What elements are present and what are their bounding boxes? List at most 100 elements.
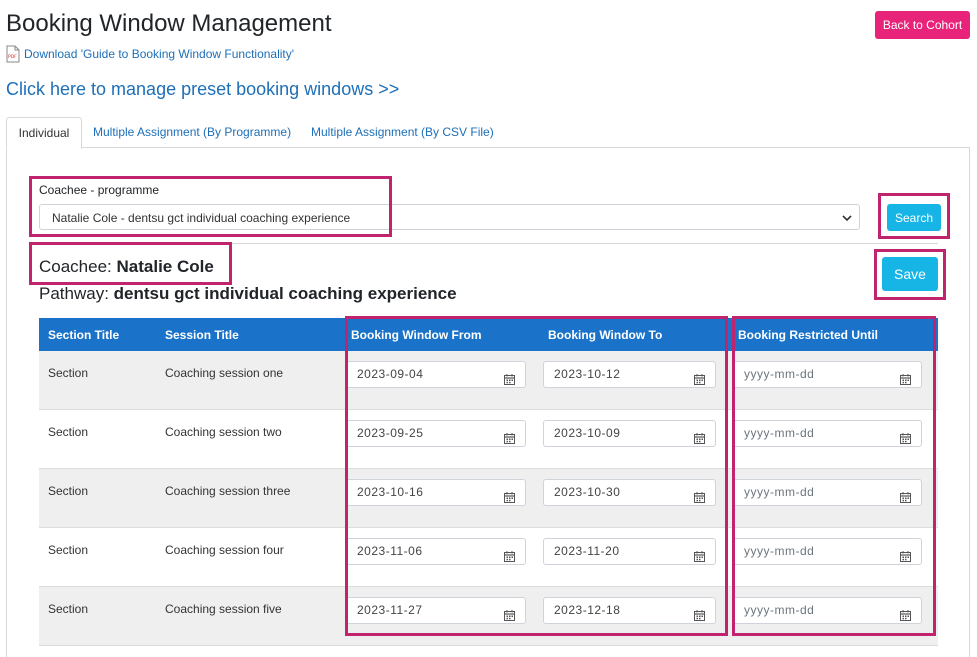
table-row: Section Coaching session one 2023-09-04 2… <box>39 351 938 410</box>
header-restricted-until: Booking Restricted Until <box>729 318 938 351</box>
restricted-until-cell: yyyy-mm-dd <box>729 527 938 587</box>
tab-multiple-by-csv[interactable]: Multiple Assignment (By CSV File) <box>311 117 494 147</box>
booking-to-cell: 2023-10-09 <box>539 409 729 469</box>
calendar-icon[interactable] <box>504 487 515 512</box>
session-title-cell: Coaching session four <box>156 527 342 587</box>
date-value: 2023-09-04 <box>357 367 424 381</box>
table-header-row: Section Title Session Title Booking Wind… <box>39 318 938 351</box>
calendar-icon[interactable] <box>694 428 705 453</box>
tab-multiple-by-programme[interactable]: Multiple Assignment (By Programme) <box>93 117 291 147</box>
booking-from-cell: 2023-09-04 <box>342 351 539 410</box>
date-value: yyyy-mm-dd <box>744 426 815 440</box>
date-value: yyyy-mm-dd <box>744 367 815 381</box>
calendar-icon[interactable] <box>900 546 911 571</box>
restricted-until-date-input[interactable]: yyyy-mm-dd <box>733 538 922 565</box>
date-value: 2023-10-16 <box>357 485 424 499</box>
chevron-down-icon <box>841 209 853 235</box>
date-value: 2023-12-18 <box>554 603 621 617</box>
calendar-icon[interactable] <box>504 546 515 571</box>
panel-border-right <box>969 147 970 657</box>
tab-divider <box>81 147 970 148</box>
section-divider <box>39 243 938 244</box>
calendar-icon[interactable] <box>694 605 705 630</box>
manage-preset-windows-link[interactable]: Click here to manage preset booking wind… <box>6 79 399 100</box>
back-to-cohort-button[interactable]: Back to Cohort <box>875 11 970 39</box>
pathway-info: Pathway: dentsu gct individual coaching … <box>39 284 457 304</box>
date-value: yyyy-mm-dd <box>744 603 815 617</box>
date-value: 2023-10-30 <box>554 485 621 499</box>
header-section-title: Section Title <box>39 318 156 351</box>
calendar-icon[interactable] <box>504 369 515 394</box>
section-title-cell: Section <box>39 409 156 469</box>
booking-to-cell: 2023-10-12 <box>539 351 729 410</box>
calendar-icon[interactable] <box>900 369 911 394</box>
booking-from-date-input[interactable]: 2023-11-06 <box>346 538 526 565</box>
restricted-until-cell: yyyy-mm-dd <box>729 351 938 410</box>
download-guide-label: Download 'Guide to Booking Window Functi… <box>24 47 295 61</box>
date-value: 2023-10-12 <box>554 367 621 381</box>
coachee-name: Natalie Cole <box>116 257 214 276</box>
session-title-cell: Coaching session five <box>156 586 342 646</box>
booking-from-cell: 2023-11-27 <box>342 586 539 646</box>
date-value: 2023-09-25 <box>357 426 424 440</box>
booking-from-date-input[interactable]: 2023-11-27 <box>346 597 526 624</box>
tab-bar: Individual Multiple Assignment (By Progr… <box>6 117 970 149</box>
restricted-until-date-input[interactable]: yyyy-mm-dd <box>733 479 922 506</box>
calendar-icon[interactable] <box>900 487 911 512</box>
restricted-until-date-input[interactable]: yyyy-mm-dd <box>733 420 922 447</box>
date-value: 2023-10-09 <box>554 426 621 440</box>
panel-border-left <box>6 147 7 657</box>
booking-to-date-input[interactable]: 2023-11-20 <box>543 538 716 565</box>
pathway-name: dentsu gct individual coaching experienc… <box>113 284 457 303</box>
calendar-icon[interactable] <box>694 546 705 571</box>
booking-to-date-input[interactable]: 2023-10-30 <box>543 479 716 506</box>
date-value: yyyy-mm-dd <box>744 485 815 499</box>
booking-from-date-input[interactable]: 2023-09-04 <box>346 361 526 388</box>
booking-from-cell: 2023-11-06 <box>342 527 539 587</box>
booking-from-date-input[interactable]: 2023-09-25 <box>346 420 526 447</box>
header-booking-to: Booking Window To <box>539 318 729 351</box>
calendar-icon[interactable] <box>504 428 515 453</box>
calendar-icon[interactable] <box>900 605 911 630</box>
section-title-cell: Section <box>39 527 156 587</box>
booking-from-date-input[interactable]: 2023-10-16 <box>346 479 526 506</box>
session-title-cell: Coaching session two <box>156 409 342 469</box>
booking-to-cell: 2023-11-20 <box>539 527 729 587</box>
date-value: yyyy-mm-dd <box>744 544 815 558</box>
select-value: Natalie Cole - dentsu gct individual coa… <box>52 211 351 225</box>
table-row: Section Coaching session five 2023-11-27 … <box>39 586 938 646</box>
tab-individual[interactable]: Individual <box>6 117 82 149</box>
page-title: Booking Window Management <box>6 10 332 37</box>
search-button[interactable]: Search <box>887 204 941 231</box>
section-title-cell: Section <box>39 351 156 410</box>
sessions-table: Section Title Session Title Booking Wind… <box>39 318 938 646</box>
calendar-icon[interactable] <box>504 605 515 630</box>
svg-text:PDF: PDF <box>8 54 17 60</box>
download-guide-link[interactable]: PDF Download 'Guide to Booking Window Fu… <box>6 45 294 63</box>
table-row: Section Coaching session three 2023-10-16… <box>39 468 938 528</box>
coachee-info: Coachee: Natalie Cole <box>39 257 214 277</box>
session-title-cell: Coaching session three <box>156 468 342 528</box>
save-button[interactable]: Save <box>882 257 938 291</box>
restricted-until-date-input[interactable]: yyyy-mm-dd <box>733 361 922 388</box>
restricted-until-date-input[interactable]: yyyy-mm-dd <box>733 597 922 624</box>
booking-to-date-input[interactable]: 2023-10-12 <box>543 361 716 388</box>
coachee-label: Coachee: <box>39 257 112 276</box>
pathway-label: Pathway: <box>39 284 109 303</box>
coachee-programme-label: Coachee - programme <box>39 183 160 197</box>
calendar-icon[interactable] <box>900 428 911 453</box>
booking-from-cell: 2023-10-16 <box>342 468 539 528</box>
booking-to-date-input[interactable]: 2023-12-18 <box>543 597 716 624</box>
table-row: Section Coaching session two 2023-09-25 2… <box>39 409 938 469</box>
coachee-programme-select[interactable]: Natalie Cole - dentsu gct individual coa… <box>39 204 860 230</box>
date-value: 2023-11-20 <box>554 544 620 558</box>
booking-to-cell: 2023-12-18 <box>539 586 729 646</box>
section-title-cell: Section <box>39 468 156 528</box>
calendar-icon[interactable] <box>694 487 705 512</box>
calendar-icon[interactable] <box>694 369 705 394</box>
booking-to-date-input[interactable]: 2023-10-09 <box>543 420 716 447</box>
booking-from-cell: 2023-09-25 <box>342 409 539 469</box>
session-title-cell: Coaching session one <box>156 351 342 410</box>
date-value: 2023-11-27 <box>357 603 423 617</box>
restricted-until-cell: yyyy-mm-dd <box>729 468 938 528</box>
